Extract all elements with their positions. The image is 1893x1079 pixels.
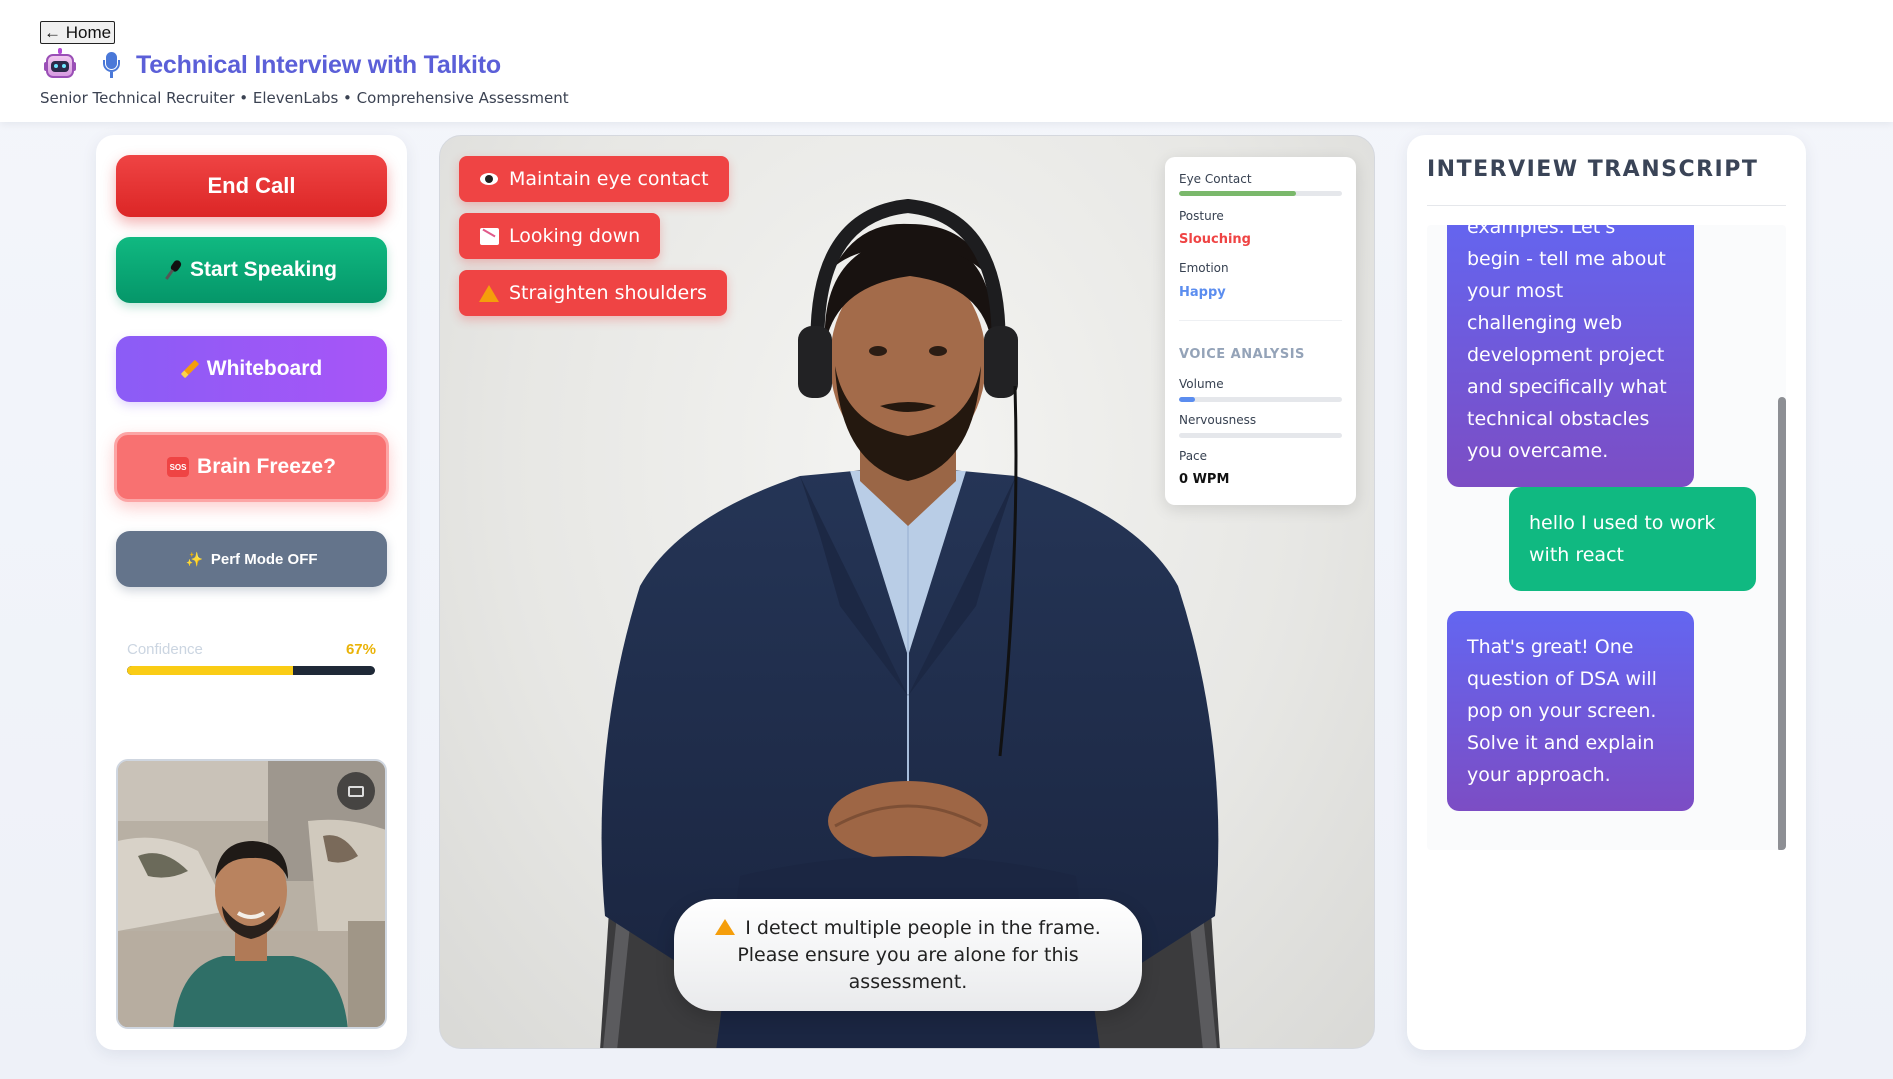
app-header: ← Home Technical Interview with Talkito … bbox=[0, 0, 1893, 122]
eye-contact-bar-fill bbox=[1179, 191, 1297, 196]
warning-icon bbox=[479, 284, 499, 302]
alert-straighten-shoulders: Straighten shoulders bbox=[459, 270, 727, 316]
whiteboard-label: Whiteboard bbox=[206, 357, 323, 380]
alert-looking-down: Looking down bbox=[459, 213, 661, 259]
transcript-message-bot: That's great! One question of DSA will p… bbox=[1447, 611, 1694, 811]
eye-contact-bar bbox=[1179, 191, 1342, 196]
perf-mode-toggle[interactable]: ✨ Perf Mode OFF bbox=[116, 531, 387, 587]
perf-mode-label: Perf Mode OFF bbox=[210, 550, 318, 568]
page-subtitle: Senior Technical Recruiter • ElevenLabs … bbox=[40, 89, 569, 107]
home-button[interactable]: ← Home bbox=[40, 21, 116, 44]
title-row: Technical Interview with Talkito bbox=[44, 48, 501, 82]
volume-bar bbox=[1179, 397, 1342, 402]
divider bbox=[1179, 320, 1342, 321]
transcript-title: INTERVIEW TRANSCRIPT bbox=[1427, 157, 1759, 182]
scrollbar-thumb[interactable] bbox=[1778, 397, 1786, 850]
volume-label: Volume bbox=[1179, 377, 1224, 391]
transcript-message-user: hello I used to work with react bbox=[1509, 487, 1756, 591]
nervousness-label: Nervousness bbox=[1179, 413, 1257, 427]
confidence-value: 67% bbox=[345, 641, 376, 658]
alert-text: Looking down bbox=[509, 225, 641, 247]
message-text: That's great! One question of DSA will p… bbox=[1467, 636, 1657, 786]
robot-icon bbox=[44, 48, 76, 82]
eye-contact-label: Eye Contact bbox=[1179, 172, 1252, 186]
volume-bar-fill bbox=[1179, 397, 1196, 402]
microphone-icon bbox=[102, 50, 120, 80]
transcript-panel: INTERVIEW TRANSCRIPT examples. Let's beg… bbox=[1407, 135, 1806, 1050]
posture-value: Slouching bbox=[1179, 232, 1251, 247]
microphone-icon bbox=[166, 260, 182, 280]
message-text: examples. Let's begin - tell me about yo… bbox=[1467, 225, 1667, 462]
alert-text: Maintain eye contact bbox=[509, 168, 709, 190]
analysis-panel: Eye Contact Posture Slouching Emotion Ha… bbox=[1165, 157, 1356, 505]
chart-decreasing-icon bbox=[479, 227, 499, 245]
controls-panel: End Call Start Speaking Whiteboard SOS B… bbox=[96, 135, 407, 1050]
self-camera-preview bbox=[116, 759, 387, 1029]
start-speaking-button[interactable]: Start Speaking bbox=[116, 237, 387, 303]
camera-toggle-button[interactable] bbox=[337, 772, 375, 810]
transcript-message-bot: examples. Let's begin - tell me about yo… bbox=[1447, 225, 1694, 487]
emotion-value: Happy bbox=[1179, 285, 1226, 300]
transcript-scrollbar[interactable] bbox=[1778, 225, 1786, 850]
confidence-bar-fill bbox=[127, 666, 294, 675]
confidence-label: Confidence bbox=[127, 641, 203, 658]
message-text: hello I used to work with react bbox=[1529, 512, 1716, 566]
sos-icon: SOS bbox=[167, 457, 190, 477]
end-call-label: End Call bbox=[207, 173, 296, 198]
end-call-button[interactable]: End Call bbox=[116, 155, 387, 217]
alert-text: Straighten shoulders bbox=[509, 282, 707, 304]
whiteboard-button[interactable]: Whiteboard bbox=[116, 336, 387, 402]
page-title: Technical Interview with Talkito bbox=[136, 50, 501, 79]
brain-freeze-button[interactable]: SOS Brain Freeze? bbox=[114, 432, 389, 502]
pencil-icon bbox=[181, 360, 199, 378]
confidence-bar bbox=[127, 666, 375, 675]
pace-value: 0 WPM bbox=[1179, 472, 1230, 487]
warning-icon bbox=[715, 918, 736, 935]
transcript-scroll-area[interactable]: examples. Let's begin - tell me about yo… bbox=[1427, 225, 1786, 850]
interviewer-video: Maintain eye contact Looking down Straig… bbox=[439, 135, 1375, 1049]
voice-analysis-title: VOICE ANALYSIS bbox=[1179, 347, 1305, 362]
start-speaking-label: Start Speaking bbox=[189, 258, 338, 281]
brain-freeze-label: Brain Freeze? bbox=[197, 455, 336, 478]
alert-maintain-eye-contact: Maintain eye contact bbox=[459, 156, 729, 202]
sparkles-icon: ✨ bbox=[185, 550, 203, 567]
posture-label: Posture bbox=[1179, 209, 1224, 223]
camera-icon bbox=[348, 785, 364, 797]
eye-icon bbox=[479, 170, 499, 188]
divider bbox=[1427, 205, 1786, 206]
warning-text: I detect multiple people in the frame. P… bbox=[737, 916, 1101, 993]
multiple-people-warning: I detect multiple people in the frame. P… bbox=[674, 899, 1142, 1011]
emotion-label: Emotion bbox=[1179, 261, 1229, 275]
nervousness-bar bbox=[1179, 433, 1342, 438]
pace-label: Pace bbox=[1179, 449, 1208, 463]
